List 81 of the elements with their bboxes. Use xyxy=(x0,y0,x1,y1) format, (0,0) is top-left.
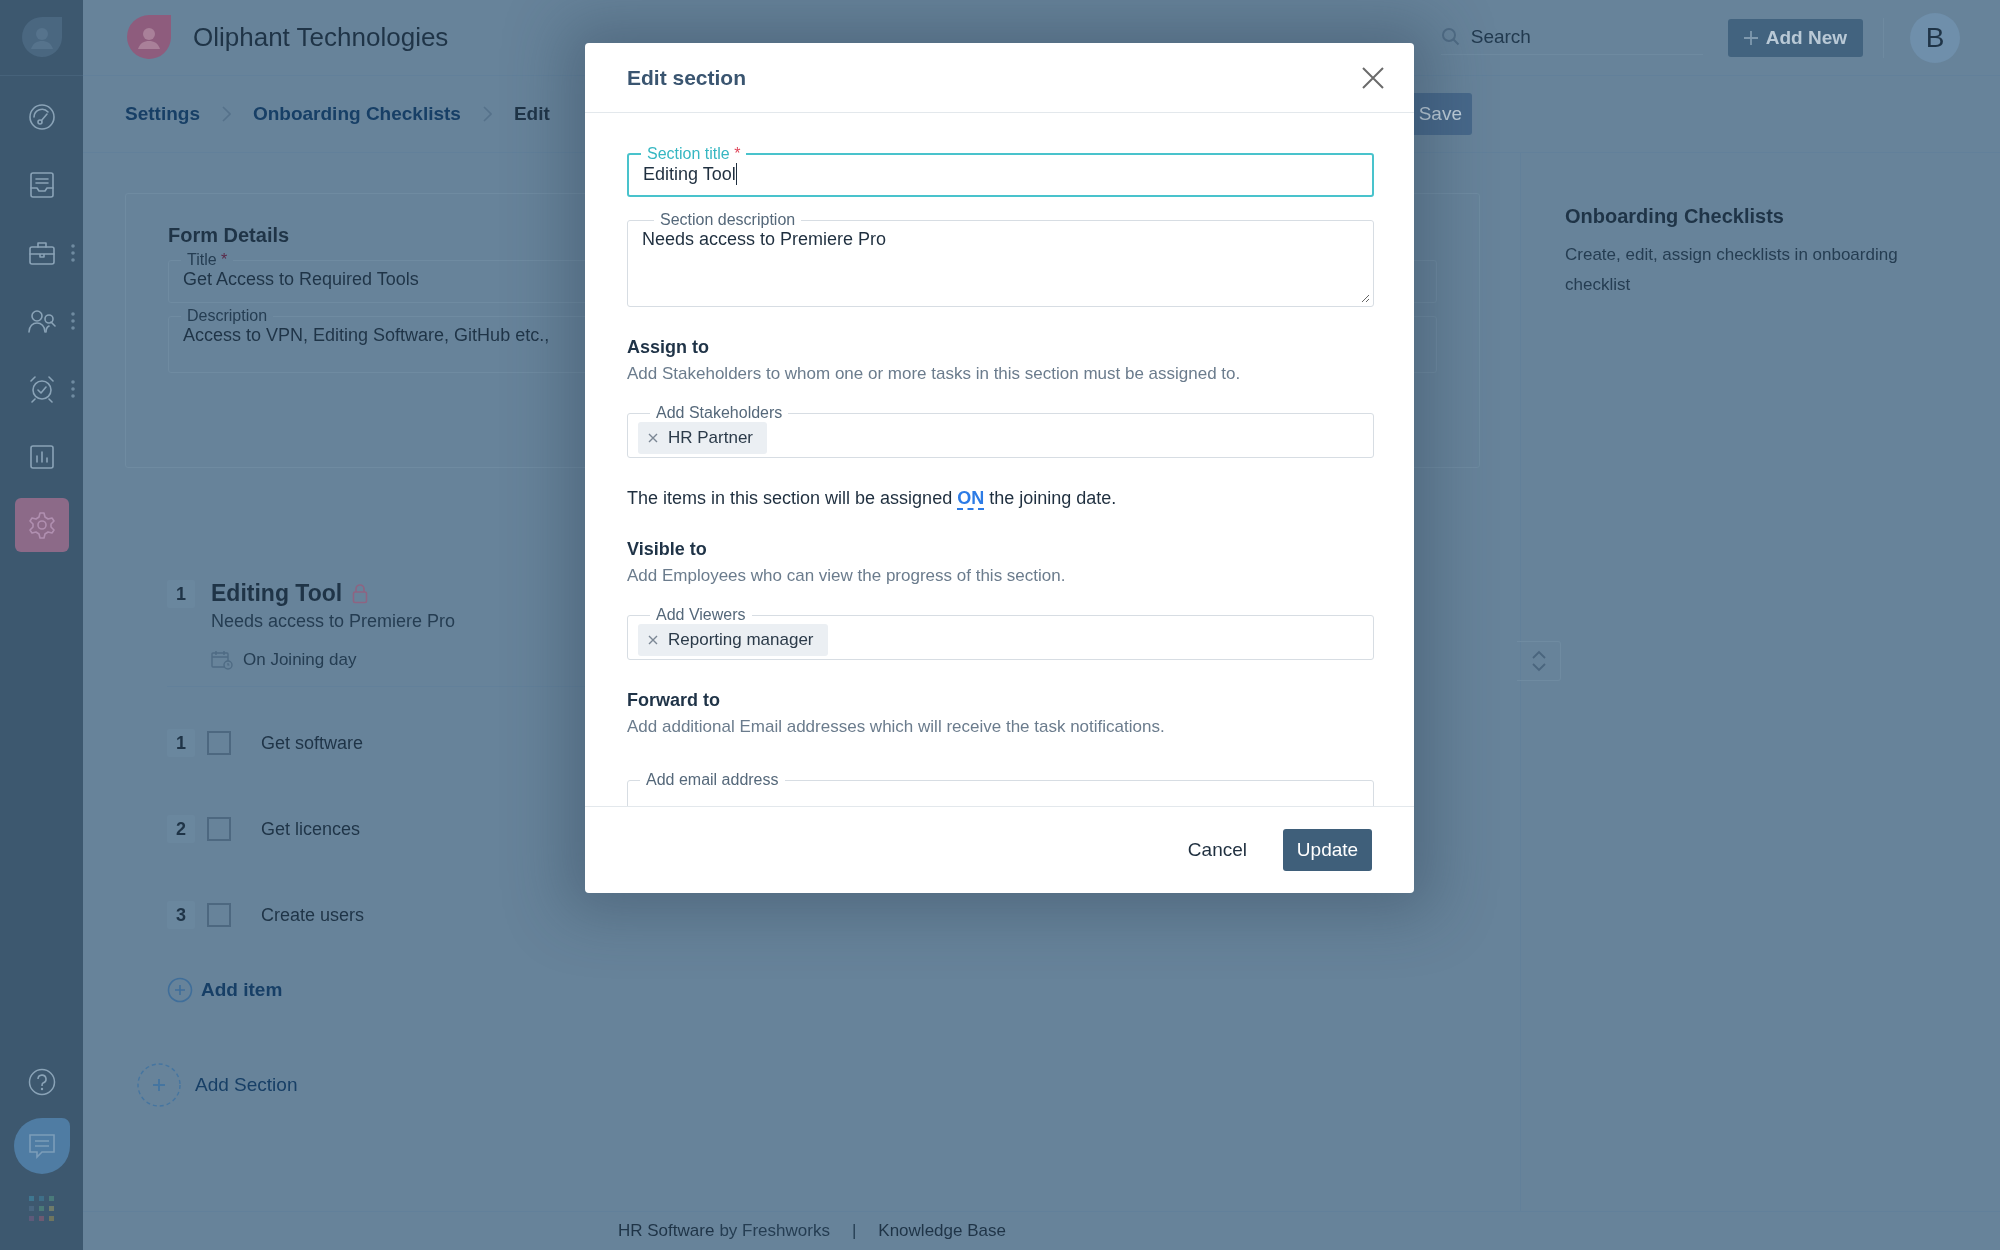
group-description: Add Stakeholders to whom one or more tasks in this section must be assigned to. xyxy=(627,364,1242,384)
update-button[interactable]: Update xyxy=(1283,829,1372,871)
group-description: Add additional Email addresses which will receive the task notifications. xyxy=(627,717,1166,737)
calendar-clock-icon xyxy=(211,650,233,670)
plus-circle-icon xyxy=(137,1063,181,1107)
group-heading: Visible to xyxy=(627,539,708,560)
schedule-label: On Joining day xyxy=(243,650,357,670)
alarm-clock-icon xyxy=(27,375,56,403)
breadcrumb-link[interactable]: Onboarding Checklists xyxy=(252,103,461,125)
checkbox[interactable] xyxy=(207,817,231,841)
cancel-button[interactable]: Cancel xyxy=(1181,838,1253,862)
product-name[interactable]: HR Software xyxy=(618,1221,715,1241)
field-label: Description xyxy=(186,307,269,325)
group-heading: Assign to xyxy=(627,337,710,358)
checkbox[interactable] xyxy=(207,731,231,755)
remove-icon[interactable] xyxy=(648,433,658,443)
add-item-link[interactable]: Add item xyxy=(167,977,1207,1003)
vendor-text: by Freshworks xyxy=(719,1221,830,1241)
more-icon[interactable] xyxy=(71,380,75,398)
briefcase-icon xyxy=(27,240,56,266)
separator-text: | xyxy=(851,1221,857,1241)
sidebar-item[interactable] xyxy=(14,498,69,552)
dialog-title: Edit section xyxy=(627,65,747,90)
tag-input-field[interactable]: Add Viewers Reporting manager xyxy=(627,606,1374,660)
field-label: Section description xyxy=(659,211,797,229)
close-icon xyxy=(1362,66,1384,89)
section-title: Editing Tool xyxy=(211,580,343,607)
tag-label: Reporting manager xyxy=(668,630,814,650)
section-description: Needs access to Premiere Pro xyxy=(211,611,456,632)
field-label: Add email address xyxy=(645,771,780,789)
remove-icon[interactable] xyxy=(648,635,658,645)
search-icon xyxy=(1440,27,1461,47)
group-description: Add Employees who can view the progress of this section. xyxy=(627,566,1067,586)
save-button[interactable]: Save xyxy=(1414,93,1472,135)
up-down-icon xyxy=(1530,650,1547,672)
timing-link[interactable]: ON xyxy=(957,488,985,510)
item-label: Get software xyxy=(261,732,364,754)
section-title-field[interactable]: Section title * Editing Tool xyxy=(627,145,1374,197)
field-label: Section title * xyxy=(646,145,742,163)
assignment-sentence: The items in this section will be assigned ON the joining date. xyxy=(627,488,1118,509)
description-field[interactable]: Section description Needs access to Premiere Pro xyxy=(627,211,1374,307)
settings-icon xyxy=(26,510,57,540)
section-number: 1 xyxy=(167,580,195,608)
field-label: Add Viewers xyxy=(655,606,747,624)
help-title: Onboarding Checklists xyxy=(1565,205,1785,228)
tag-label: HR Partner xyxy=(668,428,754,448)
breadcrumb-link[interactable]: Settings xyxy=(125,103,200,125)
item-label: Create users xyxy=(261,904,365,926)
close-button[interactable] xyxy=(1362,66,1384,89)
tag-input-field[interactable]: Add Stakeholders HR Partner xyxy=(627,404,1374,458)
item-number: 2 xyxy=(167,815,195,843)
field-label: Add Stakeholders xyxy=(655,404,784,422)
plus-circle-icon xyxy=(167,977,193,1003)
field-label: Title * xyxy=(186,251,229,269)
user-avatar[interactable]: B xyxy=(1910,12,1960,63)
plus-icon xyxy=(1743,30,1758,45)
reorder-button[interactable] xyxy=(1517,641,1561,681)
message-icon xyxy=(27,1133,56,1159)
chart-icon xyxy=(28,444,55,470)
more-icon[interactable] xyxy=(71,312,75,330)
apps-grid-icon[interactable] xyxy=(28,1196,55,1222)
people-icon xyxy=(26,308,57,334)
card-title: Form Details xyxy=(168,224,290,247)
knowledge-base-link[interactable]: Knowledge Base xyxy=(878,1221,1006,1241)
resize-handle-icon[interactable] xyxy=(1360,293,1370,303)
more-icon[interactable] xyxy=(71,244,75,262)
search-field[interactable]: Search xyxy=(1440,20,1703,55)
dashboard-icon xyxy=(27,103,56,131)
item-label: Get licences xyxy=(261,818,361,840)
checkbox[interactable] xyxy=(207,903,231,927)
help-icon[interactable] xyxy=(27,1068,56,1096)
email-input-field[interactable]: Add email address xyxy=(627,771,1374,806)
document-icon xyxy=(28,171,55,199)
company-name: Oliphant Technologies xyxy=(193,22,449,53)
add-section-link[interactable]: Add Section xyxy=(137,1063,1520,1107)
item-number: 1 xyxy=(167,729,195,757)
company-logo-icon xyxy=(125,13,173,62)
item-number: 3 xyxy=(167,901,195,929)
group-heading: Forward to xyxy=(627,690,721,711)
help-text: Create, edit, assign checklists in onboarding checklist xyxy=(1565,244,1899,296)
add-new-button[interactable]: Add New xyxy=(1727,18,1863,57)
